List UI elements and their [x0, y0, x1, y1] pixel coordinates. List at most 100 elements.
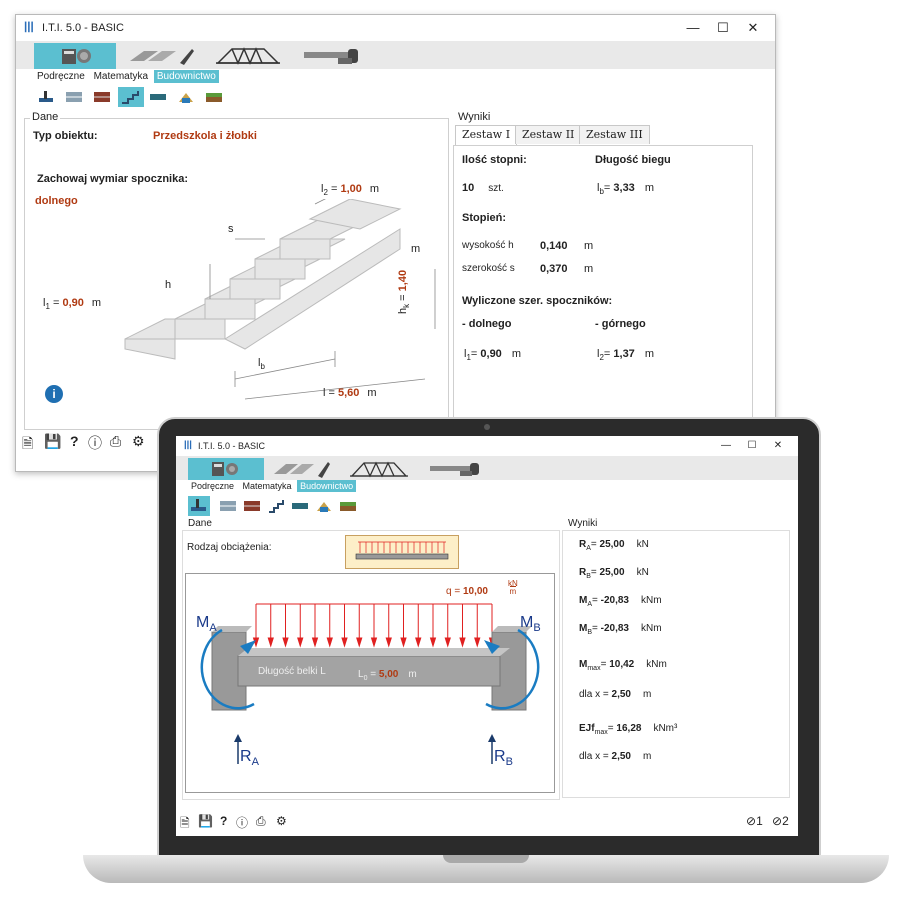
help-icon[interactable]: ? [70, 433, 79, 449]
print-icon[interactable]: ⎙ [256, 814, 266, 829]
typ-obiektu-label: Typ obiektu: [33, 130, 98, 142]
front-bottom-toolbar: 🗎 💾 ? ⓘ ⎙ ⚙ ⊘1 ⊘2 [180, 814, 792, 834]
calculator-category-icon[interactable] [188, 458, 264, 480]
tab-zestaw-3[interactable]: Zestaw III [579, 125, 650, 144]
info-bottom-icon[interactable]: ⓘ [236, 814, 248, 831]
wyniki-tabs: Zestaw I Zestaw II Zestaw III [453, 125, 753, 147]
house-tool-icon[interactable] [176, 88, 196, 106]
l1-value[interactable]: 0,90 [62, 297, 83, 309]
calculator-category-icon[interactable] [34, 43, 116, 69]
category-toolbar [176, 456, 798, 480]
typ-obiektu-value[interactable]: Przedszkola i żłobki [153, 130, 257, 142]
wall-tool-icon[interactable] [218, 497, 238, 515]
ilosc-stopni-row: 10 szt. [462, 182, 504, 194]
trackpad-notch [443, 855, 529, 863]
q-label: q = 10,00 [446, 586, 488, 597]
pipe-category-icon[interactable] [424, 458, 496, 480]
wall-tool-icon[interactable] [64, 88, 84, 106]
wysokosc-label: wysokość h [462, 240, 514, 251]
export-icon[interactable]: 🗎 [22, 433, 33, 457]
tab-zestaw-2[interactable]: Zestaw II [515, 125, 582, 144]
camera-dot [484, 424, 490, 430]
szerokosc-value: 0,370 [540, 263, 568, 275]
load-arrow-head [267, 637, 274, 648]
settings-icon[interactable]: ⚙ [132, 433, 145, 450]
load-arrow-head [385, 637, 392, 648]
load-type-selector[interactable] [345, 535, 459, 569]
tool-icons-row [16, 85, 775, 109]
l2-value[interactable]: 1,00 [340, 183, 361, 195]
s-label: s [228, 223, 234, 235]
info-icon[interactable]: i [45, 385, 63, 403]
l-value[interactable]: 5,60 [338, 387, 359, 399]
settings-icon[interactable]: ⚙ [276, 814, 287, 828]
h-label: h [165, 279, 172, 291]
wyniki-panel: Ilość stopni: Długość biegu 10 szt. lb= 3… [453, 145, 753, 430]
close-button[interactable]: ✕ [766, 437, 790, 455]
beam-tool-icon[interactable] [290, 497, 310, 515]
ra-label: RA [240, 748, 259, 769]
tab-budownictwo[interactable]: Budownictwo [153, 70, 219, 83]
truss-category-icon[interactable] [346, 458, 412, 480]
stairs-tool-icon[interactable] [118, 87, 144, 107]
maximize-button[interactable]: ☐ [740, 437, 764, 455]
hk-value[interactable]: 1,40 [397, 270, 409, 291]
stairs-diagram [124, 199, 436, 400]
pipe-category-icon[interactable] [298, 43, 376, 69]
wyniki-group-label: Wyniki [566, 518, 600, 529]
beam-tool-icon[interactable] [148, 88, 168, 106]
load-arrow-head [444, 637, 451, 648]
app-logo-icon: ꟾꟾꟾ [184, 441, 192, 451]
masonry-category-icon[interactable] [268, 458, 340, 480]
ground-tool-icon[interactable] [338, 497, 358, 515]
save-icon[interactable]: 💾 [198, 814, 213, 828]
status-1-icon[interactable]: ⊘1 [746, 814, 763, 828]
l0-value[interactable]: 5,00 [379, 669, 398, 680]
maximize-button[interactable]: ☐ [711, 19, 735, 37]
load-arrow-head [370, 637, 378, 648]
q-unit: kN m [508, 579, 518, 596]
q-value[interactable]: 10,00 [463, 586, 488, 597]
save-icon[interactable]: 💾 [44, 433, 61, 450]
info-bottom-icon[interactable]: ⓘ [88, 433, 102, 453]
frame-tool-icon[interactable] [36, 88, 56, 106]
szerokosc-unit: m [584, 263, 594, 275]
house-tool-icon[interactable] [314, 497, 334, 515]
result-row: MA= -20,83 kNm [579, 595, 662, 608]
status-2-icon[interactable]: ⊘2 [772, 814, 789, 828]
load-arrows [252, 603, 496, 648]
wysokosc-value: 0,140 [540, 240, 568, 252]
print-icon[interactable]: ⎙ [110, 433, 121, 450]
menu-tabs: Podręczne Matematyka Budownictwo [188, 480, 357, 492]
close-button[interactable]: ✕ [741, 19, 765, 37]
load-arrow-head [415, 637, 422, 648]
tool-icons-row [176, 494, 798, 518]
tab-budownictwo[interactable]: Budownictwo [297, 480, 357, 492]
minimize-button[interactable]: — [681, 19, 705, 37]
mb-label: MB [520, 614, 541, 635]
truss-category-icon[interactable] [212, 43, 284, 69]
stairs-tool-icon[interactable] [266, 497, 286, 515]
brick-tool-icon[interactable] [92, 88, 112, 106]
dolnego-label: - dolnego [462, 318, 512, 330]
tab-podreczne[interactable]: Podręczne [188, 480, 237, 492]
help-icon[interactable]: ? [220, 814, 227, 828]
tab-matematyka[interactable]: Matematyka [91, 70, 151, 83]
tab-podreczne[interactable]: Podręczne [34, 70, 88, 83]
ground-tool-icon[interactable] [204, 88, 224, 106]
zachowaj-value[interactable]: dolnego [35, 195, 78, 207]
l-label: l = 5,60 m [323, 387, 377, 399]
window-title: I.T.I. 5.0 - BASIC [198, 441, 266, 451]
load-arrow-head [297, 637, 304, 648]
brick-tool-icon[interactable] [242, 497, 262, 515]
minimize-button[interactable]: — [714, 437, 738, 455]
dane-group-label: Dane [30, 111, 61, 123]
category-toolbar [16, 41, 775, 69]
result-row: Mmax= 10,42 kNm [579, 659, 667, 672]
tab-zestaw-1[interactable]: Zestaw I [455, 125, 518, 145]
masonry-category-icon[interactable] [124, 43, 202, 69]
export-icon[interactable]: 🗎 [180, 814, 190, 835]
menu-tabs: Podręczne Matematyka Budownictwo [34, 70, 219, 83]
frame-tool-icon[interactable] [188, 496, 210, 516]
tab-matematyka[interactable]: Matematyka [240, 480, 295, 492]
